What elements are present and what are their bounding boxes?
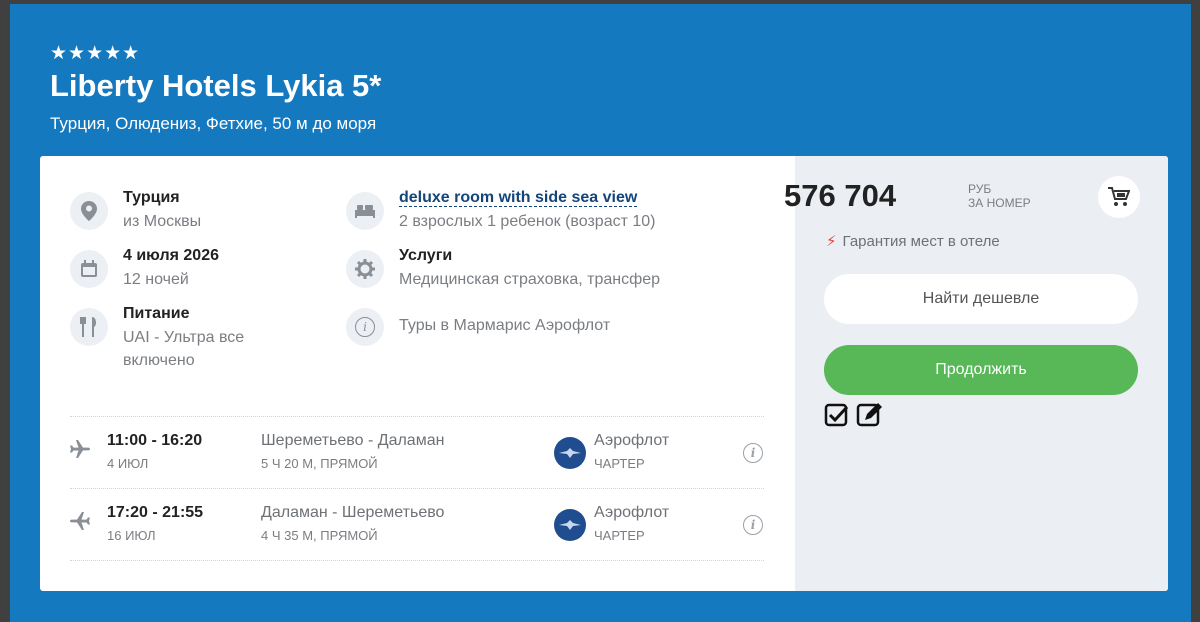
flight-time: 17:20 - 21:55 (107, 504, 204, 521)
flight-duration: 5 ч 20 м, прямой (261, 456, 378, 471)
services-value: Медицинская страховка, трансфер (399, 271, 661, 288)
meal-value-line1: UAI - Ультра все (123, 329, 245, 346)
flight-type: чартер (594, 528, 645, 543)
guests-info: 2 взрослых 1 ребенок (возраст 10) (399, 213, 656, 230)
airline-name: Аэрофлот (594, 504, 670, 521)
calendar-icon (70, 250, 108, 288)
flight-info-icon[interactable]: i (743, 443, 763, 463)
flight-route: Шереметьево - Даламан (261, 432, 445, 449)
currency: РУБ (968, 182, 992, 196)
airline-name: Аэрофлот (594, 432, 670, 449)
divider (70, 416, 764, 417)
location-pin-icon (70, 192, 108, 230)
flight-duration: 4 ч 35 м, прямой (261, 528, 378, 543)
price-unit: РУБ ЗА НОМЕР (968, 182, 1031, 210)
hotel-stars: ★★★★★ (50, 43, 141, 64)
info-icon: i (346, 308, 384, 346)
guarantee-text: ⚡ Гарантия мест в отеле (826, 232, 1000, 250)
hotel-title: Liberty Hotels Lykia 5* (50, 68, 382, 103)
edit-icon[interactable] (856, 403, 884, 427)
gear-icon (346, 250, 384, 288)
guarantee-label: Гарантия мест в отеле (842, 233, 1000, 250)
bolt-icon: ⚡ (826, 233, 837, 250)
tours-info: Туры в Мармарис Аэрофлот (399, 317, 611, 334)
aeroflot-logo-icon (554, 509, 586, 541)
departure-city: из Москвы (123, 213, 202, 230)
flight-type: чартер (594, 456, 645, 471)
cart-icon[interactable] (1098, 176, 1140, 218)
divider (70, 488, 764, 489)
meal-value-line2: включено (123, 352, 195, 369)
nights-count: 12 ночей (123, 271, 189, 288)
find-cheaper-button[interactable]: Найти дешевле (824, 274, 1138, 324)
room-type-text[interactable]: deluxe room with side sea view (399, 189, 638, 207)
departure-date: 4 июля 2026 (123, 247, 219, 264)
hotel-location: Турция, Олюдениз, Фетхие, 50 м до моря (50, 114, 377, 133)
flight-route: Даламан - Шереметьево (261, 504, 445, 521)
country-label: Турция (123, 189, 180, 206)
plane-departure-icon (70, 440, 90, 464)
action-icons (824, 403, 884, 427)
checkbox-icon[interactable] (824, 403, 852, 427)
price-per: ЗА НОМЕР (968, 196, 1031, 210)
plane-return-icon (70, 512, 90, 536)
flight-time: 11:00 - 16:20 (107, 432, 203, 449)
services-label: Услуги (399, 247, 453, 264)
continue-button[interactable]: Продолжить (824, 345, 1138, 395)
aeroflot-logo-icon (554, 437, 586, 469)
meal-label: Питание (123, 305, 190, 322)
flight-info-icon[interactable]: i (743, 515, 763, 535)
price-value: 576 704 (784, 178, 897, 213)
flight-date: 16 июл (107, 528, 156, 543)
room-type-link[interactable]: deluxe room with side sea view (399, 189, 638, 207)
divider (70, 560, 764, 561)
flight-date: 4 июл (107, 456, 149, 471)
cutlery-icon (70, 308, 108, 346)
bed-icon (346, 192, 384, 230)
